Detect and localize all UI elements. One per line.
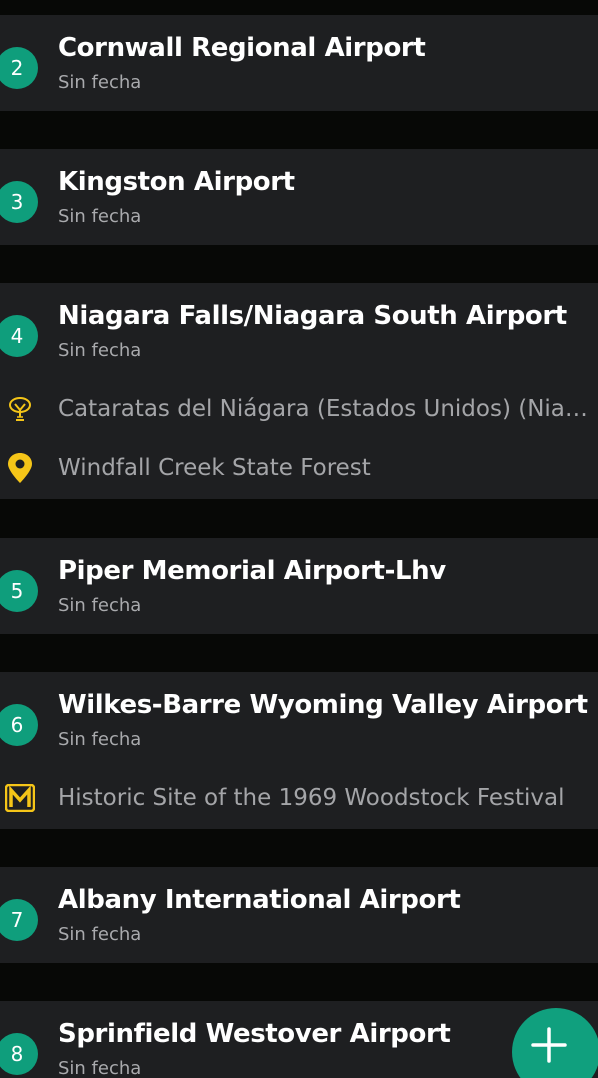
- stop-title: Piper Memorial Airport-Lhv: [58, 556, 446, 586]
- stop-title: Kingston Airport: [58, 167, 295, 197]
- map-pin-icon: [4, 452, 36, 484]
- stop-title: Albany International Airport: [58, 885, 461, 915]
- stop-number-badge: 7: [0, 899, 38, 941]
- stop-number-badge: 4: [0, 315, 38, 357]
- place-name: Windfall Creek State Forest: [58, 454, 371, 481]
- stop-date: Sin fecha: [58, 729, 142, 750]
- stop-date: Sin fecha: [58, 206, 142, 227]
- waterfall-icon: [4, 393, 36, 425]
- stop-number-badge: 5: [0, 570, 38, 612]
- plus-icon: [530, 1026, 568, 1064]
- stop-date: Sin fecha: [58, 340, 142, 361]
- stop-title: Cornwall Regional Airport: [58, 33, 426, 63]
- stop-title: Wilkes-Barre Wyoming Valley Airport: [58, 690, 588, 720]
- nearby-place[interactable]: Historic Site of the 1969 Woodstock Fest…: [0, 768, 598, 827]
- list-item[interactable]: 6 Wilkes-Barre Wyoming Valley Airport Si…: [0, 672, 598, 829]
- list-item[interactable]: 2 Cornwall Regional Airport Sin fecha: [0, 15, 598, 111]
- stop-number-badge: 2: [0, 47, 38, 89]
- list-item[interactable]: 4 Niagara Falls/Niagara South Airport Si…: [0, 283, 598, 499]
- nearby-place[interactable]: Windfall Creek State Forest: [0, 438, 598, 497]
- stop-date: Sin fecha: [58, 595, 142, 616]
- stop-title: Sprinfield Westover Airport: [58, 1019, 451, 1049]
- place-name: Cataratas del Niágara (Estados Unidos) (…: [58, 395, 594, 422]
- list-item[interactable]: 8 Sprinfield Westover Airport Sin fecha: [0, 1001, 598, 1078]
- stop-title: Niagara Falls/Niagara South Airport: [58, 301, 567, 331]
- stop-date: Sin fecha: [58, 1058, 142, 1078]
- place-name: Historic Site of the 1969 Woodstock Fest…: [58, 784, 565, 811]
- museum-icon: [4, 782, 36, 814]
- nearby-place[interactable]: Cataratas del Niágara (Estados Unidos) (…: [0, 379, 598, 438]
- list-item[interactable]: 5 Piper Memorial Airport-Lhv Sin fecha: [0, 538, 598, 634]
- stop-number-badge: 8: [0, 1033, 38, 1075]
- stop-date: Sin fecha: [58, 72, 142, 93]
- stop-number-badge: 6: [0, 704, 38, 746]
- list-item[interactable]: 7 Albany International Airport Sin fecha: [0, 867, 598, 963]
- stop-date: Sin fecha: [58, 924, 142, 945]
- list-item[interactable]: 3 Kingston Airport Sin fecha: [0, 149, 598, 245]
- stop-number-badge: 3: [0, 181, 38, 223]
